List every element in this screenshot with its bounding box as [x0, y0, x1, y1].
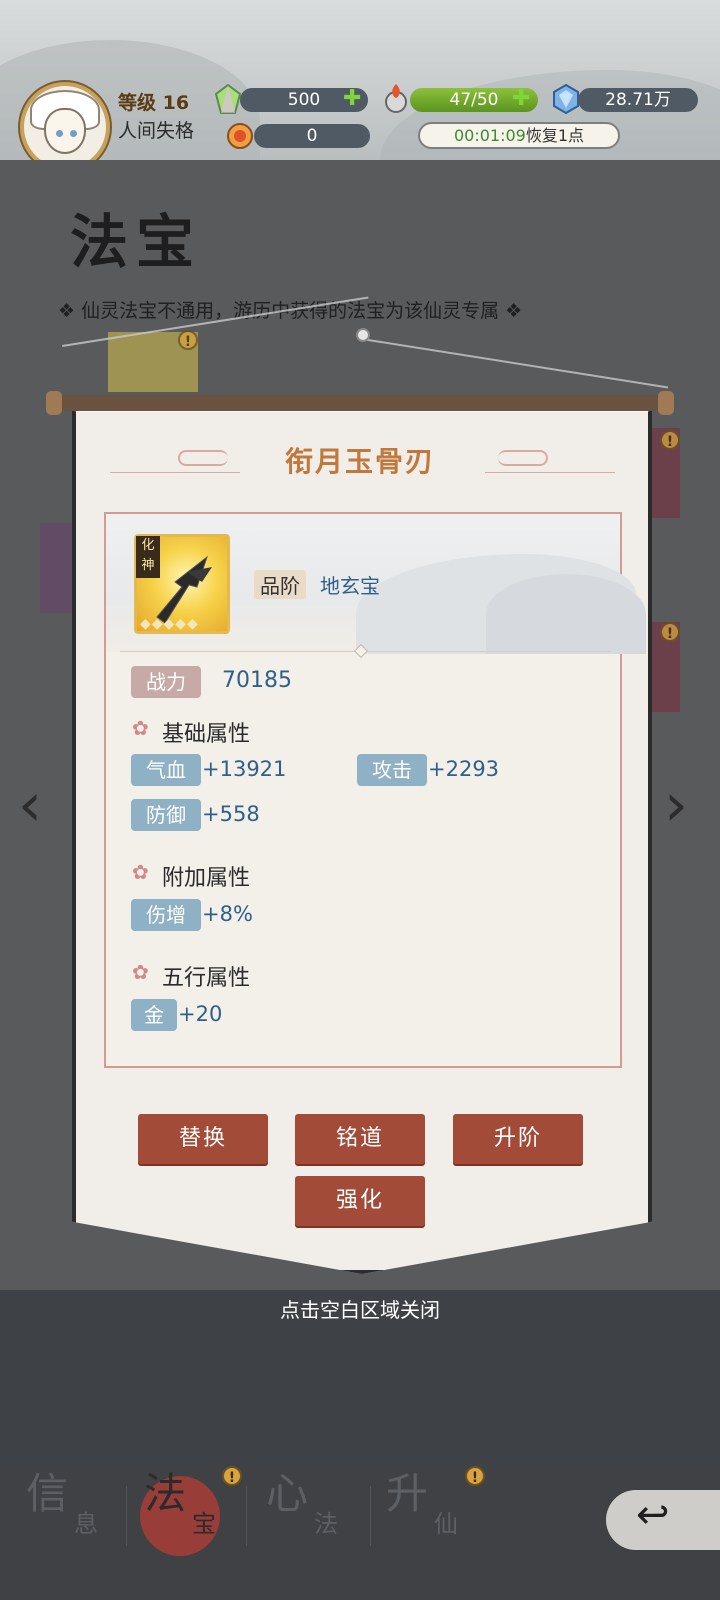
- attr-hp-value: +13921: [202, 757, 287, 781]
- recover-text: 恢复1点: [525, 126, 585, 145]
- base-attributes-title: 基础属性: [162, 722, 251, 747]
- scroll-rod-end: [658, 391, 674, 415]
- attr-attack-value: +2293: [428, 757, 500, 781]
- attr-metal-label: 金: [131, 999, 177, 1031]
- avatar[interactable]: [20, 82, 110, 172]
- add-jade-button[interactable]: ✚: [343, 88, 361, 110]
- tab-info-sublabel: 息: [74, 1510, 98, 1538]
- tab-divider: [246, 1486, 247, 1546]
- replace-button[interactable]: 替换: [138, 1114, 268, 1164]
- tier-label: 品阶: [254, 570, 306, 599]
- avatar-face: [44, 108, 86, 154]
- alert-badge: !: [660, 622, 680, 642]
- tab-divider: [370, 1486, 371, 1546]
- attr-defense-label: 防御: [131, 799, 201, 831]
- tab-treasure-sublabel: 宝: [192, 1510, 216, 1538]
- alert-badge: !: [660, 430, 680, 450]
- tab-treasure-label: 法: [144, 1469, 187, 1518]
- flower-icon: ✿: [132, 860, 149, 884]
- power-label: 战力: [131, 666, 201, 698]
- element-attributes-title: 五行属性: [162, 966, 251, 991]
- alert-badge: !: [178, 330, 198, 350]
- attr-damage-bonus-label: 伤增: [131, 899, 201, 931]
- orb-value: 0: [306, 126, 318, 146]
- weapon-stars: ◆◆◆◆◆: [140, 616, 199, 632]
- fire-orb-icon: [226, 122, 254, 152]
- extra-attributes-title: 附加属性: [162, 866, 251, 891]
- background-treasure-card: [40, 523, 74, 613]
- jade-value: 500: [287, 90, 321, 110]
- attr-damage-bonus-value: +8%: [202, 902, 253, 926]
- flower-icon: ✿: [132, 716, 149, 740]
- page-title: 法宝: [70, 208, 203, 276]
- attr-metal-value: +20: [178, 1002, 223, 1026]
- next-arrow-icon[interactable]: ›: [664, 770, 688, 840]
- close-hint: 点击空白区域关闭: [280, 1298, 440, 1322]
- tab-ascend-label: 升: [386, 1469, 429, 1518]
- scroll-rod: [50, 395, 670, 411]
- tab-mind-method-label: 心: [266, 1469, 309, 1518]
- blue-crystal-icon: [552, 83, 580, 115]
- jade-crystal-icon: [214, 83, 242, 114]
- tab-mind-method-sublabel: 法: [314, 1510, 338, 1538]
- diamond-value: 28.71万: [605, 90, 671, 110]
- attr-hp-label: 气血: [131, 754, 201, 786]
- player-title: 人间失格: [118, 120, 195, 142]
- scroll-rod-end: [46, 391, 62, 415]
- strengthen-button[interactable]: 强化: [295, 1176, 425, 1226]
- player-level: 等级 16: [118, 92, 190, 114]
- ascend-button[interactable]: 升阶: [453, 1114, 583, 1164]
- page-hint-text: 仙灵法宝不通用，游历中获得的法宝为该仙灵专属: [81, 300, 500, 322]
- stamina-value: 47/50: [449, 90, 499, 110]
- diamond-counter: 28.71万: [578, 88, 698, 112]
- avatar-eye: [70, 130, 77, 137]
- tab-ascend-sublabel: 仙: [434, 1510, 458, 1538]
- weapon-rank-tag: 化神: [136, 536, 160, 578]
- add-stamina-button[interactable]: ✚: [512, 88, 530, 110]
- tier-value: 地玄宝: [320, 574, 380, 598]
- avatar-eye: [56, 130, 63, 137]
- tab-ascend-alert-badge: !: [465, 1466, 485, 1486]
- inscribe-button[interactable]: 铭道: [295, 1114, 425, 1164]
- attr-defense-value: +558: [202, 802, 260, 826]
- mountain-decor: [486, 574, 646, 654]
- orb-counter: 0: [254, 124, 370, 148]
- tab-mind-method[interactable]: 心 法: [252, 1460, 372, 1560]
- flame-gourd-icon: [382, 82, 410, 113]
- back-arrow-icon: ↩: [636, 1492, 670, 1538]
- power-value: 70185: [222, 668, 292, 693]
- tab-treasure-alert-badge: !: [222, 1466, 242, 1486]
- tab-divider: [126, 1486, 127, 1546]
- stamina-recover-timer: 00:01:09恢复1点: [418, 122, 620, 149]
- previous-arrow-icon[interactable]: ‹: [18, 770, 42, 840]
- treasure-name: 衔月玉骨刃: [284, 445, 435, 478]
- hanging-nail: [356, 328, 370, 342]
- flower-icon: ✿: [132, 960, 149, 984]
- tab-info-label: 信: [26, 1469, 69, 1518]
- attr-attack-label: 攻击: [357, 754, 427, 786]
- recover-time: 00:01:09: [453, 126, 526, 145]
- tab-info[interactable]: 信 息: [12, 1460, 132, 1560]
